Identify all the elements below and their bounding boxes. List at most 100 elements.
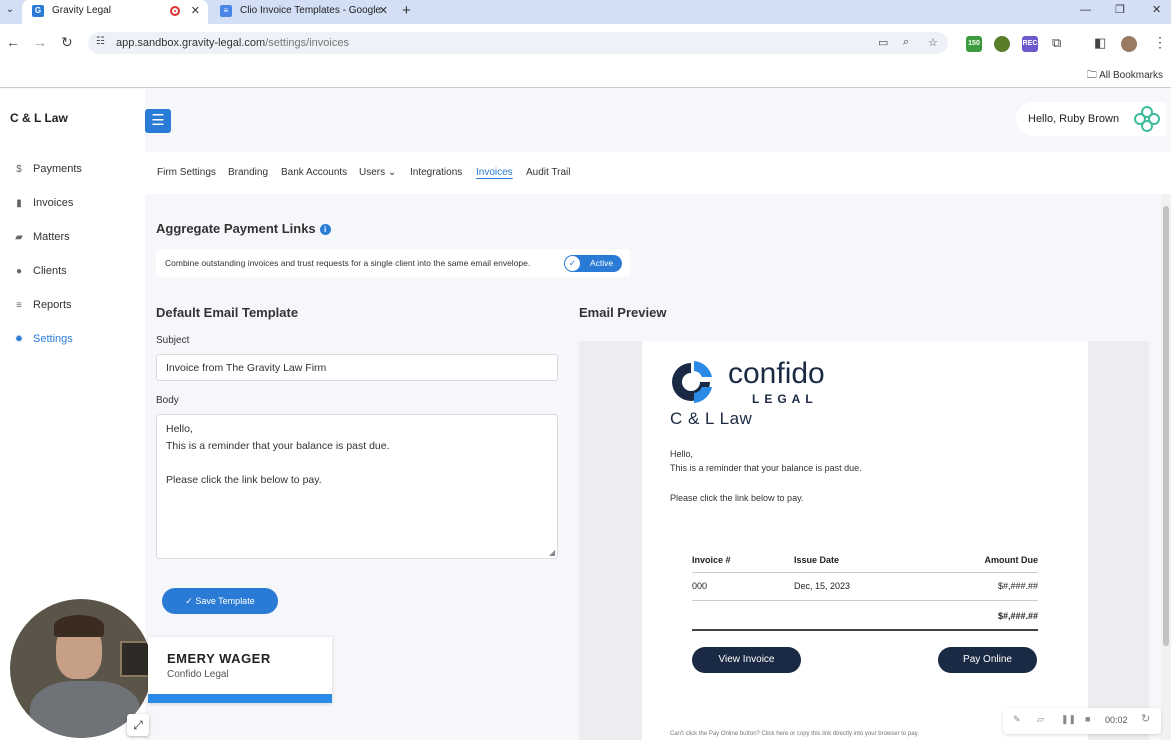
namecard-accent-bar xyxy=(148,694,332,703)
body-label: Body xyxy=(156,395,179,406)
extension-150-icon[interactable]: 150 xyxy=(966,36,982,52)
sidebar-item-settings[interactable]: ✹ Settings xyxy=(12,333,73,345)
minimize-icon[interactable]: — xyxy=(1080,0,1091,20)
tab-audit-trail[interactable]: Audit Trail xyxy=(526,167,570,178)
firm-name: C & L Law xyxy=(10,111,68,125)
scroll-thumb[interactable] xyxy=(1163,206,1169,646)
app-header: ☰ Hello, Ruby Brown xyxy=(145,89,1171,152)
sidebar-item-clients[interactable]: ● Clients xyxy=(12,265,67,277)
header-amount-due: Amount Due xyxy=(984,555,1039,565)
confido-brand: confido LEGAL xyxy=(668,357,858,407)
sidebar-item-label: Reports xyxy=(33,299,72,311)
tab-bank-accounts[interactable]: Bank Accounts xyxy=(281,167,347,178)
aggregate-title-text: Aggregate Payment Links xyxy=(156,221,316,236)
forward-icon[interactable]: → xyxy=(33,34,47,50)
url-host: app.sandbox.gravity-legal.com xyxy=(116,37,266,49)
all-bookmarks[interactable]: 🗀 All Bookmarks xyxy=(1087,68,1163,85)
restore-icon[interactable]: ❐ xyxy=(1115,0,1125,20)
view-invoice-button[interactable]: View Invoice xyxy=(692,647,801,673)
recording-time: 00:02 xyxy=(1105,715,1128,725)
url-bar[interactable]: ☷ app.sandbox.gravity-legal.com/settings… xyxy=(88,32,948,54)
cell-issue-date: Dec, 15, 2023 xyxy=(794,581,851,591)
restart-icon[interactable]: ↻ xyxy=(1141,712,1150,725)
all-bookmarks-label: All Bookmarks xyxy=(1099,70,1163,81)
save-template-button[interactable]: ✓ Save Template xyxy=(162,588,278,614)
url-text: app.sandbox.gravity-legal.com/settings/i… xyxy=(116,37,349,49)
extension-icon[interactable] xyxy=(994,36,1010,52)
tab-integrations[interactable]: Integrations xyxy=(410,167,462,178)
zoom-icon[interactable]: ⌕ xyxy=(903,36,909,49)
close-window-icon[interactable]: ✕ xyxy=(1152,0,1161,20)
chevron-down-icon: ⌄ xyxy=(387,167,397,178)
sidebar-item-label: Invoices xyxy=(33,197,74,209)
presenter-name: EMERY WAGER xyxy=(167,651,271,666)
table-row: 000 Dec, 15, 2023 $#,###.## xyxy=(692,579,1038,601)
body-textarea[interactable]: Hello, This is a reminder that your bala… xyxy=(156,414,558,559)
greeting-text: Hello, Ruby Brown xyxy=(1028,113,1120,125)
subject-label: Subject xyxy=(156,335,190,346)
side-panel-icon[interactable]: ◧ xyxy=(1094,35,1106,51)
recording-indicator-icon xyxy=(170,6,180,16)
preview-greeting: Hello, xyxy=(670,449,694,459)
template-title: Default Email Template xyxy=(156,305,299,320)
sidebar-item-reports[interactable]: ≡ Reports xyxy=(12,299,72,311)
tab-firm-settings[interactable]: Firm Settings xyxy=(157,167,216,178)
check-icon: ✓ xyxy=(565,256,580,271)
tab-invoices[interactable]: Invoices xyxy=(476,167,513,178)
pause-icon[interactable]: ❚❚ xyxy=(1061,714,1076,725)
settings-tabs: Firm Settings Branding Bank Accounts Use… xyxy=(145,152,1171,194)
sidebar-item-matters[interactable]: ▰ Matters xyxy=(12,231,70,243)
chart-icon: ≡ xyxy=(16,300,22,311)
address-toolbar: ← → ↻ ☷ app.sandbox.gravity-legal.com/se… xyxy=(0,24,1171,64)
page-scrollbar[interactable] xyxy=(1161,194,1171,740)
tab-search-icon[interactable]: ⌄ xyxy=(3,3,17,17)
browser-menu-icon[interactable]: ⋮ xyxy=(1153,34,1167,51)
folder-icon: ▰ xyxy=(15,232,23,243)
sidebar-item-payments[interactable]: $ Payments xyxy=(12,163,82,175)
tab-branding[interactable]: Branding xyxy=(228,167,268,178)
header-invoice-number: Invoice # xyxy=(692,555,731,565)
tab-clio-templates[interactable]: ≡ Clio Invoice Templates - Google ✕ xyxy=(210,0,396,24)
info-icon[interactable]: i xyxy=(319,224,331,235)
reload-icon[interactable]: ↻ xyxy=(61,34,73,51)
site-info-icon[interactable]: ☷ xyxy=(96,36,105,47)
profile-avatar[interactable] xyxy=(1121,36,1137,52)
sidebar-item-label: Clients xyxy=(33,265,67,277)
webcam-background-frame xyxy=(120,641,150,677)
extension-rec-icon[interactable]: REC xyxy=(1022,36,1038,52)
tab-users[interactable]: Users ⌄ xyxy=(359,167,396,178)
subject-input[interactable]: Invoice from The Gravity Law Firm xyxy=(156,354,558,381)
expand-icon[interactable]: ⤢ xyxy=(127,714,149,736)
sidebar-item-label: Payments xyxy=(33,163,82,175)
pen-icon[interactable]: ✎ xyxy=(1013,714,1021,725)
webcam-body xyxy=(30,681,140,738)
preview-reminder: This is a reminder that your balance is … xyxy=(670,463,862,473)
bookmarks-bar: 🗀 All Bookmarks xyxy=(0,64,1171,88)
url-path: /settings/invoices xyxy=(265,37,349,49)
stop-icon[interactable]: ■ xyxy=(1085,714,1090,724)
new-tab-icon[interactable]: + xyxy=(402,0,411,22)
webcam-hair xyxy=(54,615,104,637)
close-tab-icon[interactable]: ✕ xyxy=(191,0,200,22)
email-preview-card: confido LEGAL C & L Law Hello, This is a… xyxy=(642,341,1088,740)
back-icon[interactable]: ← xyxy=(6,34,20,50)
document-icon: ▮ xyxy=(16,198,22,209)
aggregate-toggle[interactable]: ✓ Active xyxy=(564,255,622,272)
bookmark-star-icon[interactable]: ☆ xyxy=(928,36,938,49)
eraser-icon[interactable]: ▱ xyxy=(1037,714,1044,725)
pay-online-button[interactable]: Pay Online xyxy=(938,647,1037,673)
table-total-row: $#,###.## xyxy=(692,609,1038,631)
tab-title: Gravity Legal xyxy=(52,5,111,16)
resize-handle-icon[interactable]: ◢ xyxy=(549,548,555,557)
aggregate-description: Combine outstanding invoices and trust r… xyxy=(165,258,531,268)
cell-amount-due: $#,###.## xyxy=(997,581,1038,591)
preview-footer: Can't click the Pay Online button? Click… xyxy=(670,731,919,737)
menu-toggle-icon[interactable]: ☰ xyxy=(145,109,171,133)
extensions-puzzle-icon[interactable]: ⧉ xyxy=(1052,35,1061,51)
recording-controls: ✎ ▱ ❚❚ ■ 00:02 ↻ xyxy=(1003,708,1161,734)
sidebar-item-invoices[interactable]: ▮ Invoices xyxy=(12,197,73,209)
user-greeting[interactable]: Hello, Ruby Brown xyxy=(1016,102,1166,136)
camera-icon[interactable]: ▭ xyxy=(878,36,888,49)
close-tab-icon[interactable]: ✕ xyxy=(379,0,388,22)
tab-gravity-legal[interactable]: G Gravity Legal ✕ xyxy=(22,0,208,24)
